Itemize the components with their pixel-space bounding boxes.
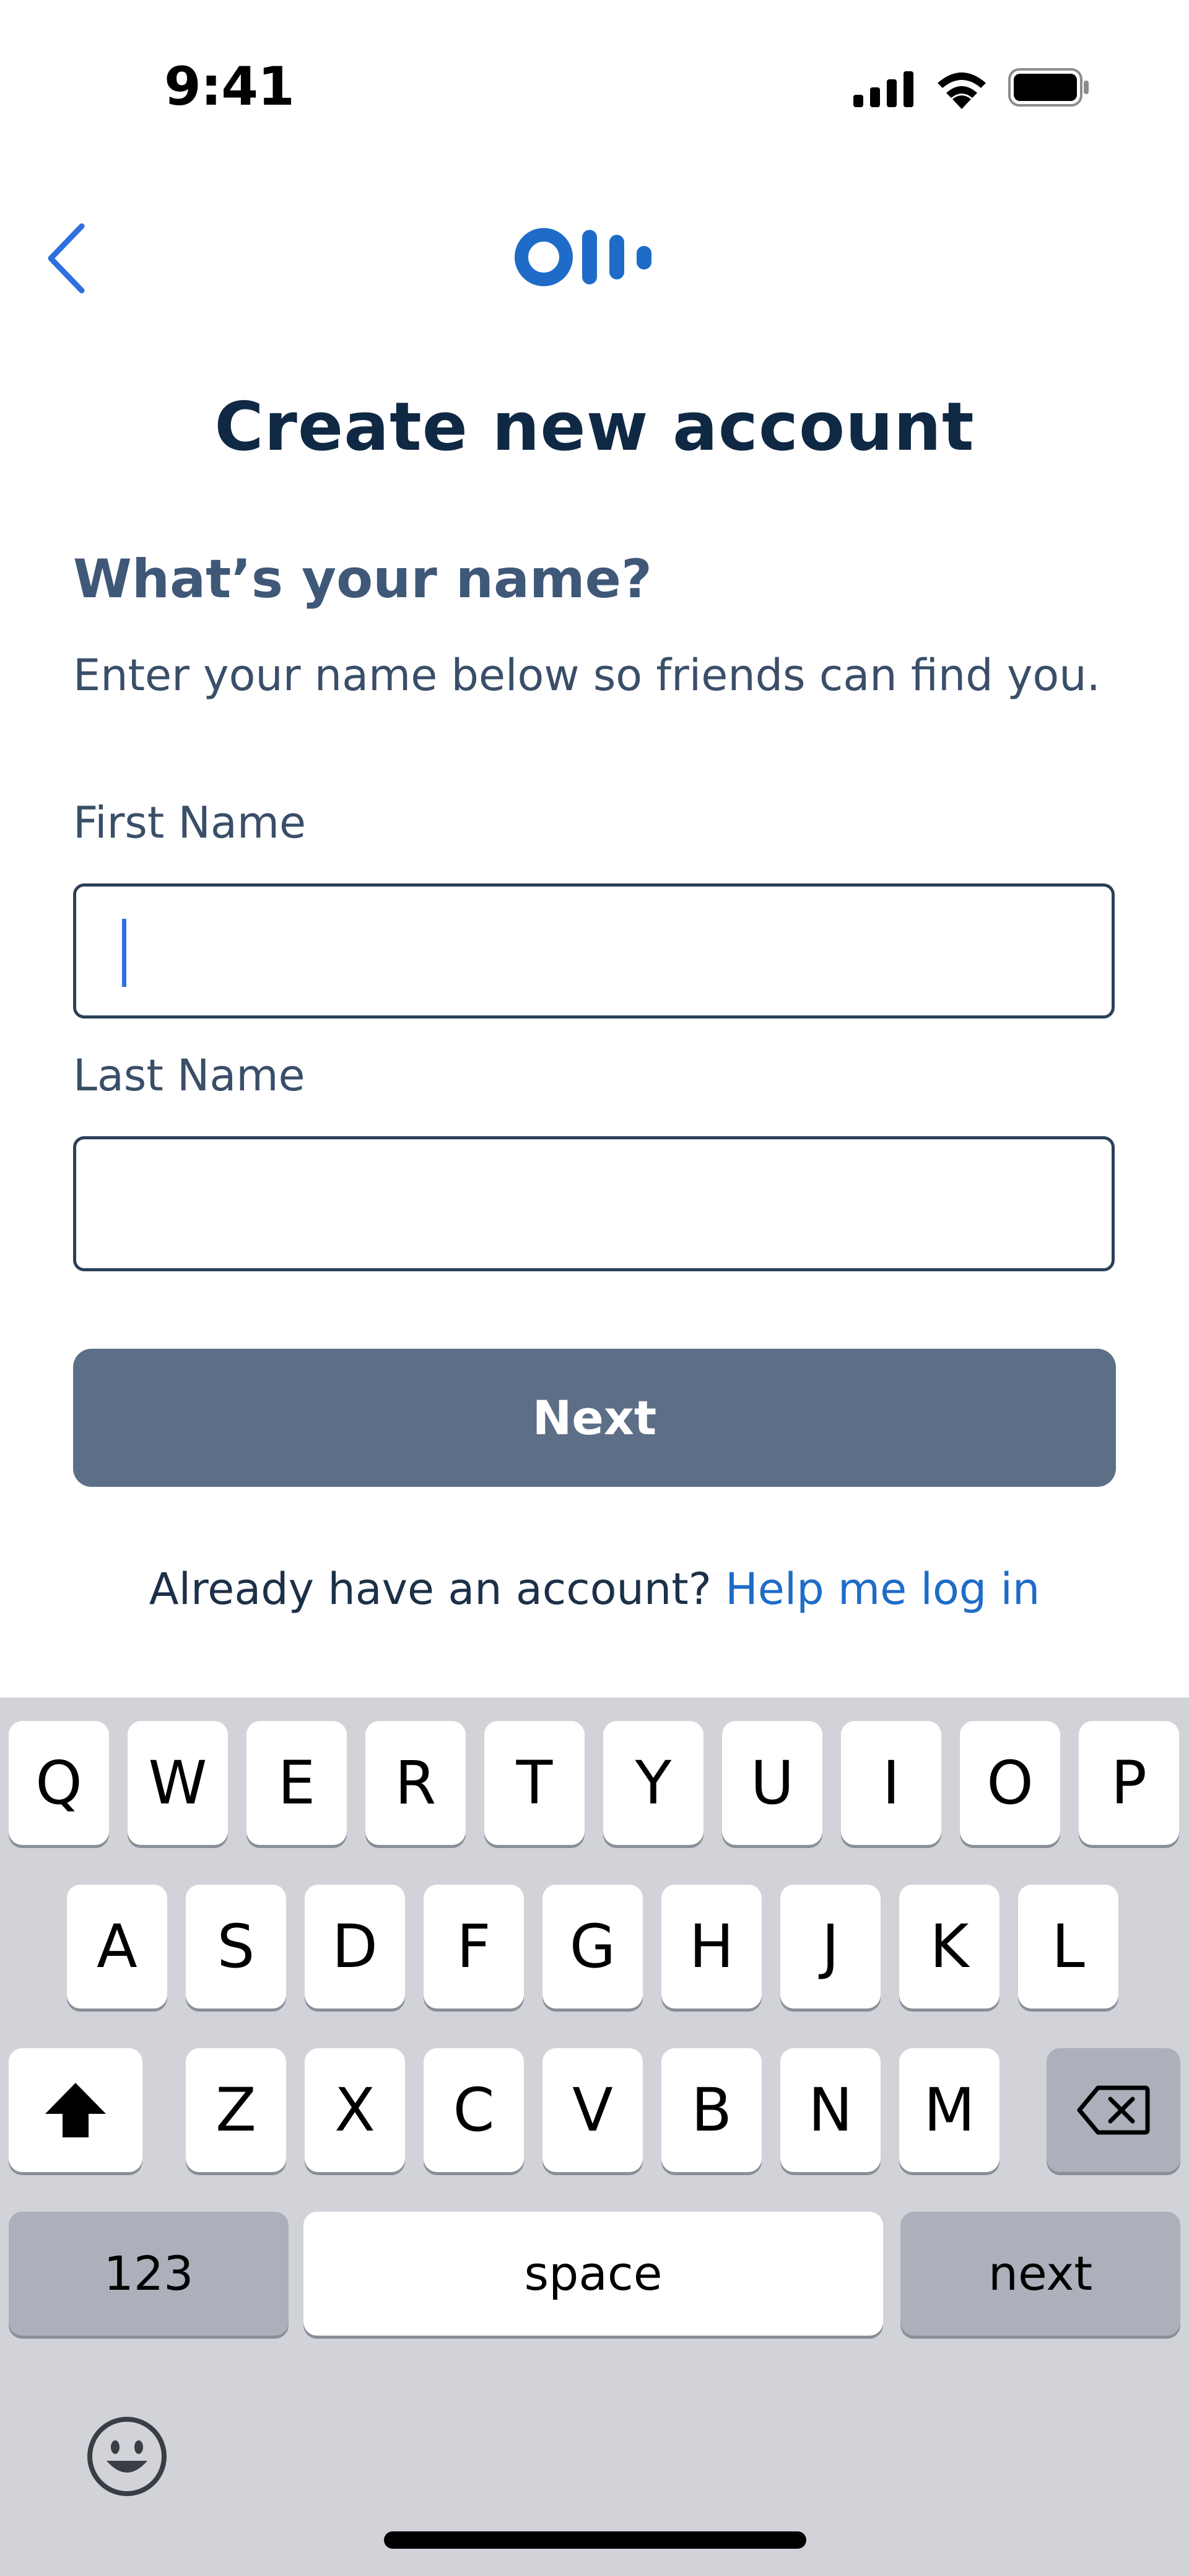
login-prompt: Already have an account? Help me log in (0, 1555, 1189, 1623)
battery-icon (1008, 68, 1089, 107)
key-l[interactable]: L (1018, 1885, 1118, 2009)
cellular-signal-icon (853, 71, 913, 107)
key-t[interactable]: T (484, 1721, 585, 1845)
key-u[interactable]: U (722, 1721, 822, 1845)
shift-key[interactable] (9, 2048, 142, 2172)
key-w[interactable]: W (128, 1721, 228, 1845)
key-s[interactable]: S (186, 1885, 286, 2009)
key-q[interactable]: Q (9, 1721, 109, 1845)
key-v[interactable]: V (542, 2048, 643, 2172)
back-chevron-icon[interactable] (43, 220, 99, 297)
key-p[interactable]: P (1079, 1721, 1179, 1845)
text-cursor (122, 919, 126, 987)
status-time: 9:41 (164, 56, 295, 118)
login-prompt-text: Already have an account? (149, 1564, 726, 1614)
key-y[interactable]: Y (603, 1721, 703, 1845)
key-e[interactable]: E (246, 1721, 347, 1845)
emoji-icon[interactable] (85, 2415, 168, 2498)
next-button[interactable]: Next (73, 1349, 1116, 1487)
page-title: Create new account (214, 388, 975, 466)
help-me-log-in-link[interactable]: Help me log in (725, 1564, 1040, 1614)
first-name-field[interactable] (73, 883, 1115, 1019)
key-x[interactable]: X (305, 2048, 405, 2172)
key-r[interactable]: R (365, 1721, 466, 1845)
otter-logo-icon (515, 228, 651, 286)
key-c[interactable]: C (424, 2048, 524, 2172)
key-g[interactable]: G (542, 1885, 643, 2009)
last-name-label: Last Name (73, 1050, 305, 1101)
home-indicator[interactable] (384, 2531, 806, 2549)
backspace-key[interactable] (1047, 2048, 1180, 2172)
key-i[interactable]: I (841, 1721, 941, 1845)
last-name-field[interactable] (73, 1136, 1115, 1271)
key-d[interactable]: D (305, 1885, 405, 2009)
first-name-label: First Name (73, 797, 307, 848)
name-question-heading: What’s your name? (73, 548, 652, 610)
shift-arrow-icon (45, 2083, 106, 2137)
key-z[interactable]: Z (186, 2048, 286, 2172)
key-f[interactable]: F (424, 1885, 524, 2009)
numbers-key[interactable]: 123 (9, 2212, 289, 2336)
name-instructions: Enter your name below so friends can fin… (73, 650, 1100, 701)
key-k[interactable]: K (899, 1885, 1000, 2009)
next-key[interactable]: next (900, 2212, 1180, 2336)
space-key[interactable]: space (303, 2212, 883, 2336)
wifi-icon (938, 72, 986, 109)
key-b[interactable]: B (661, 2048, 762, 2172)
key-m[interactable]: M (899, 2048, 1000, 2172)
key-a[interactable]: A (67, 1885, 167, 2009)
key-n[interactable]: N (780, 2048, 881, 2172)
key-o[interactable]: O (960, 1721, 1060, 1845)
key-h[interactable]: H (661, 1885, 762, 2009)
key-j[interactable]: J (780, 1885, 881, 2009)
delete-backspace-icon (1077, 2085, 1150, 2135)
keyboard: Q W E R T Y U I O P A S D F G H J K L Z … (0, 1698, 1189, 2576)
